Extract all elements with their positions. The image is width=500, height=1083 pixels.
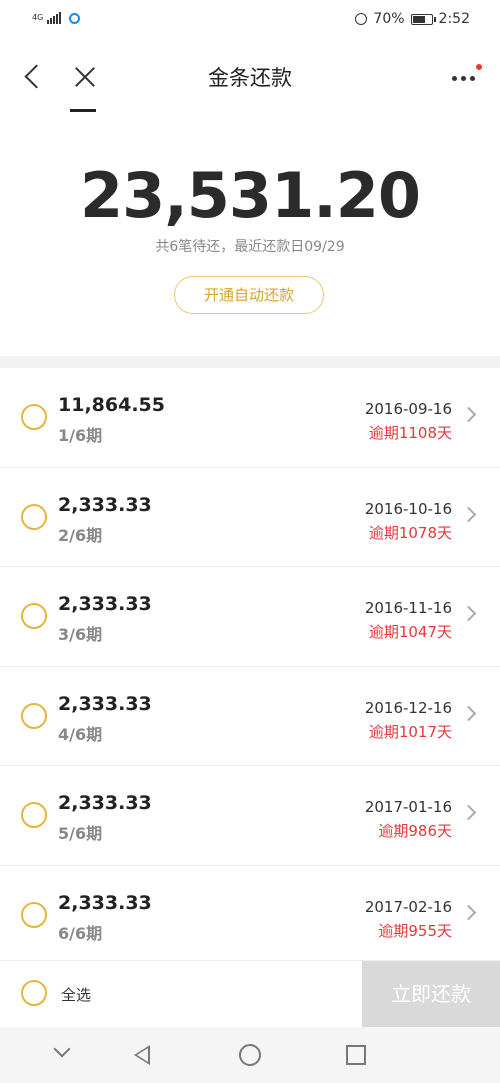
installment-period: 5/6期 (58, 824, 103, 844)
alarm-icon (355, 13, 368, 25)
list-item[interactable]: 2,333.33 4/6期 2016-12-16 逾期1017天 (0, 667, 500, 767)
due-date: 2017-01-16 (364, 798, 452, 817)
clock: 2:52 (438, 11, 470, 27)
status-bar: 4G 70% 2:52 (0, 0, 500, 42)
radio-button[interactable] (21, 802, 47, 829)
installment-period: 3/6期 (58, 625, 103, 645)
status-bar-left: 4G (32, 12, 81, 24)
chevron-right-icon[interactable] (460, 506, 477, 522)
radio-button[interactable] (21, 503, 47, 530)
select-all-radio[interactable] (21, 980, 47, 1006)
due-date: 2016-09-16 (364, 400, 452, 418)
list-item[interactable]: 2,333.33 6/6期 2017-02-16 逾期955天 (0, 866, 500, 965)
nav-bar: 金条还款 (0, 42, 500, 114)
installment-period: 2/6期 (58, 525, 103, 545)
battery-icon (410, 13, 436, 25)
system-recents-icon[interactable] (346, 1045, 366, 1065)
list-item[interactable]: 2,333.33 3/6期 2016-11-16 逾期1047天 (0, 567, 500, 667)
installment-amount: 2,333.33 (58, 593, 152, 616)
installment-amount: 2,333.33 (58, 792, 152, 815)
network-type: 4G (32, 13, 44, 22)
close-underline (70, 109, 96, 112)
total-amount: 23,531.20 (79, 159, 421, 232)
system-back-icon[interactable] (134, 1045, 150, 1065)
list-item[interactable]: 11,864.55 1/6期 2016-09-16 逾期1108天 (0, 368, 500, 468)
signal-icon (47, 12, 62, 24)
overdue-status: 逾期1047天 (368, 623, 452, 642)
chevron-right-icon[interactable] (460, 406, 477, 423)
battery-percent: 70% (373, 11, 405, 27)
installment-period: 1/6期 (58, 426, 103, 445)
installment-amount: 2,333.33 (58, 493, 152, 516)
due-date: 2017-02-16 (364, 897, 452, 916)
radio-button[interactable] (21, 603, 47, 630)
list-item[interactable]: 2,333.33 5/6期 2017-01-16 逾期986天 (0, 766, 500, 866)
radio-button[interactable] (21, 901, 47, 928)
due-date: 2016-10-16 (364, 499, 452, 518)
chevron-right-icon[interactable] (460, 605, 477, 622)
bottom-action-bar: 全选 立即还款 (0, 960, 500, 1028)
system-home-icon[interactable] (239, 1044, 261, 1066)
more-icon[interactable] (448, 64, 482, 92)
radio-button[interactable] (21, 404, 47, 430)
pay-now-button[interactable]: 立即还款 (362, 961, 500, 1028)
app-circle-icon (69, 12, 81, 24)
summary-subtitle: 共6笔待还，最近还款日09/29 (155, 239, 345, 255)
overdue-status: 逾期1108天 (368, 424, 452, 442)
select-all-label[interactable]: 全选 (61, 984, 91, 1005)
installment-period: 4/6期 (58, 724, 103, 744)
chevron-right-icon[interactable] (460, 904, 477, 921)
overdue-status: 逾期1017天 (368, 722, 452, 741)
installment-list: 11,864.55 1/6期 2016-09-16 逾期1108天 2,333.… (0, 368, 500, 965)
radio-button[interactable] (21, 702, 47, 729)
status-bar-right: 70% 2:52 (355, 11, 470, 27)
due-date: 2016-11-16 (364, 599, 452, 618)
overdue-status: 逾期955天 (378, 921, 452, 940)
due-date: 2016-12-16 (364, 698, 452, 717)
page-title: 金条还款 (208, 66, 292, 90)
installment-amount: 2,333.33 (58, 692, 152, 715)
installment-amount: 11,864.55 (58, 394, 165, 416)
list-item[interactable]: 2,333.33 2/6期 2016-10-16 逾期1078天 (0, 468, 500, 568)
chevron-right-icon[interactable] (460, 705, 477, 722)
overdue-status: 逾期1078天 (368, 523, 452, 542)
installment-period: 6/6期 (58, 923, 103, 943)
installment-amount: 2,333.33 (58, 891, 152, 914)
section-divider (0, 356, 500, 368)
system-nav-bar (0, 1027, 500, 1083)
summary-section: 23,531.20 共6笔待还，最近还款日09/29 开通自动还款 (0, 159, 500, 314)
hide-keyboard-icon[interactable] (53, 1040, 71, 1058)
notification-dot (476, 64, 482, 70)
chevron-right-icon[interactable] (460, 805, 477, 821)
auto-pay-button[interactable]: 开通自动还款 (174, 276, 324, 314)
overdue-status: 逾期986天 (378, 822, 452, 841)
